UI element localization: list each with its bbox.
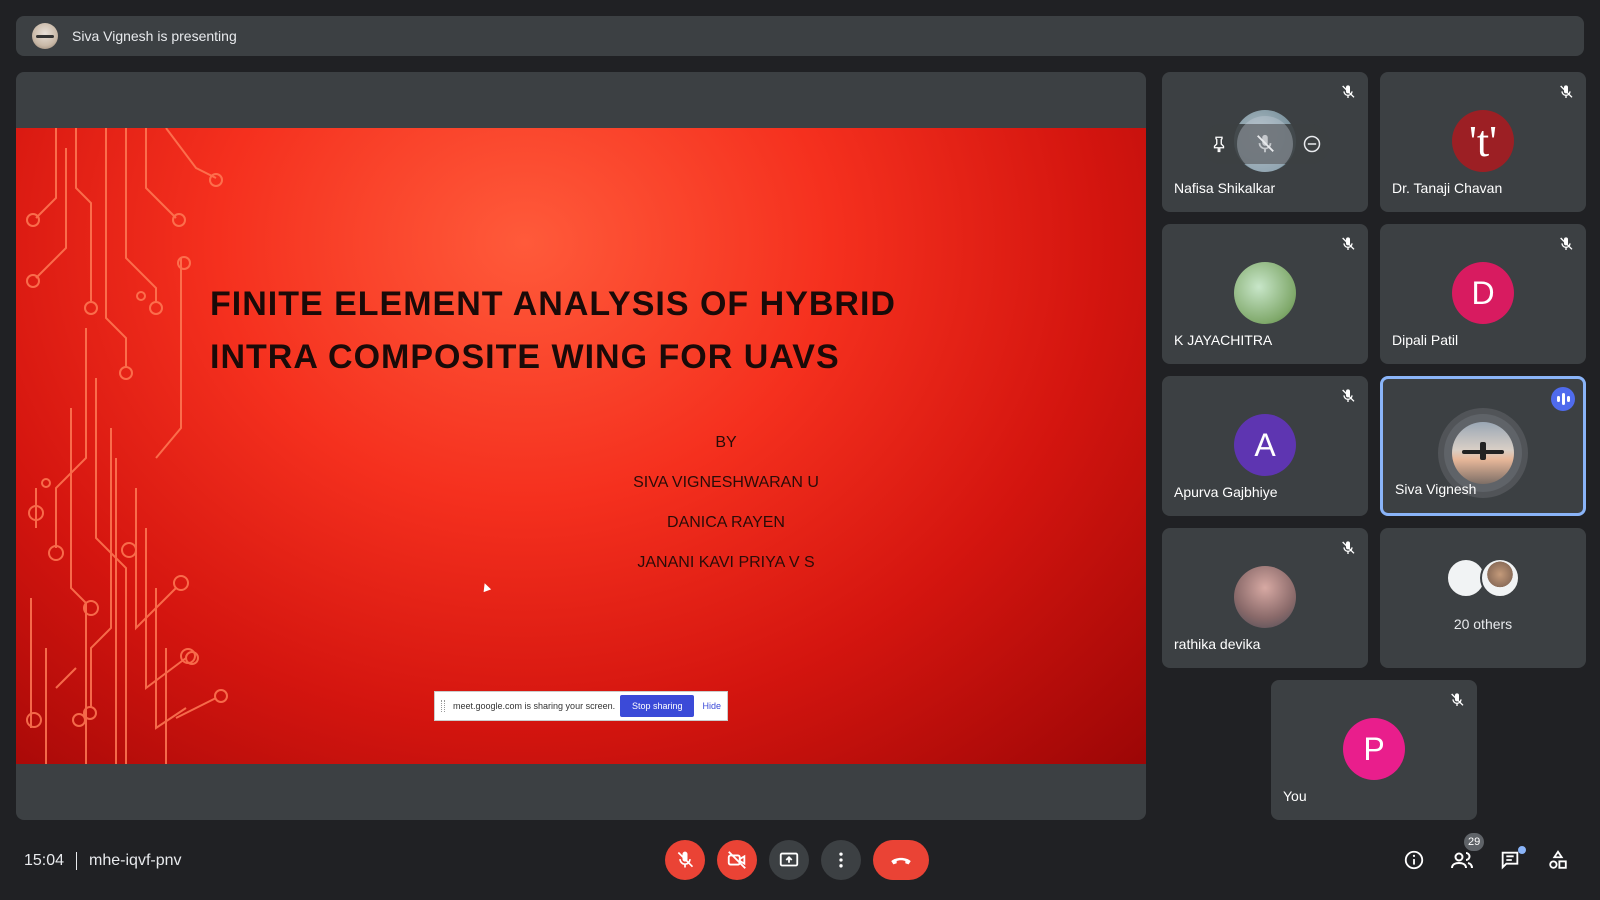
more-vert-icon <box>839 852 843 868</box>
slide-authors: BY SIVA VIGNESHWARAN U DANICA RAYEN JANA… <box>546 423 906 583</box>
participant-avatar: 't' <box>1452 110 1514 172</box>
mic-off-icon <box>1560 85 1573 98</box>
circuit-decoration <box>26 128 228 764</box>
present-icon <box>779 852 799 867</box>
presenting-banner: Siva Vignesh is presenting <box>16 16 1584 56</box>
mic-off-icon <box>1342 541 1355 554</box>
mic-off-icon <box>677 851 694 868</box>
mic-off-icon <box>1342 85 1355 98</box>
mic-off-icon <box>1451 693 1464 706</box>
self-tile[interactable]: P You <box>1271 680 1477 820</box>
bottom-bar: 15:04 mhe-iqvf-pnv 29 <box>0 830 1600 890</box>
leave-call-button[interactable] <box>873 840 929 880</box>
participant-name: Apurva Gajbhiye <box>1174 484 1278 500</box>
participant-tile[interactable]: rathika devika <box>1162 528 1368 668</box>
participant-name: K JAYACHITRA <box>1174 332 1273 348</box>
clock: 15:04 <box>24 852 65 869</box>
speaking-indicator-icon <box>1551 387 1575 411</box>
mouse-cursor-icon <box>480 581 492 593</box>
participant-avatar <box>1234 566 1296 628</box>
screen-share-notification: meet.google.com is sharing your screen. … <box>434 691 728 721</box>
others-tile[interactable]: 20 others <box>1380 528 1586 668</box>
presenting-text: Siva Vignesh is presenting <box>72 28 237 44</box>
slide-by: BY <box>715 434 737 451</box>
participant-tile[interactable]: D Dipali Patil <box>1380 224 1586 364</box>
slide-author: SIVA VIGNESHWARAN U <box>633 474 819 491</box>
shared-slide: FINITE ELEMENT ANALYSIS OF HYBRID INTRA … <box>16 128 1146 764</box>
participant-name: rathika devika <box>1174 636 1261 652</box>
mic-off-icon <box>1257 134 1274 153</box>
participant-avatar <box>1480 558 1520 598</box>
participant-tile[interactable]: Nafisa Shikalkar <box>1162 72 1368 212</box>
participant-count-badge: 29 <box>1464 833 1485 851</box>
participant-tile-speaking[interactable]: Siva Vignesh <box>1380 376 1586 516</box>
participant-tile[interactable]: 't' Dr. Tanaji Chavan <box>1380 72 1586 212</box>
meeting-details-button[interactable] <box>1402 848 1426 872</box>
tile-hover-controls <box>1202 116 1330 172</box>
remove-icon[interactable] <box>1302 134 1322 154</box>
hide-button[interactable]: Hide <box>702 701 721 711</box>
hang-up-icon <box>891 857 911 865</box>
chat-notification-dot <box>1518 846 1526 854</box>
activities-icon <box>1549 850 1567 869</box>
presenter-avatar <box>32 23 58 49</box>
presentation-stage[interactable]: FINITE ELEMENT ANALYSIS OF HYBRID INTRA … <box>16 72 1146 820</box>
slide-author: DANICA RAYEN <box>667 514 785 531</box>
more-options-button[interactable] <box>821 840 861 880</box>
mic-off-icon <box>1342 389 1355 402</box>
participant-name: Siva Vignesh <box>1395 481 1477 497</box>
participant-avatar: A <box>1234 414 1296 476</box>
participant-name: You <box>1283 788 1307 804</box>
participant-avatar: P <box>1343 718 1405 780</box>
participant-avatar <box>1234 262 1296 324</box>
divider <box>76 852 78 870</box>
participant-avatar: D <box>1452 262 1514 324</box>
meeting-info: 15:04 mhe-iqvf-pnv <box>24 852 182 870</box>
chat-icon <box>1501 851 1519 870</box>
others-avatars: 20 others <box>1380 558 1586 632</box>
slide-title-line-1: FINITE ELEMENT ANALYSIS OF HYBRID <box>210 285 896 323</box>
camera-button[interactable] <box>717 840 757 880</box>
slide-title: FINITE ELEMENT ANALYSIS OF HYBRID INTRA … <box>210 278 970 384</box>
participant-tile[interactable]: A Apurva Gajbhiye <box>1162 376 1368 516</box>
activities-button[interactable] <box>1546 848 1570 872</box>
info-icon <box>1404 850 1424 870</box>
meeting-code: mhe-iqvf-pnv <box>89 852 182 869</box>
others-count: 20 others <box>1453 616 1513 632</box>
slide-author: JANANI KAVI PRIYA V S <box>637 554 815 571</box>
camera-off-icon <box>727 851 746 869</box>
participant-name: Dipali Patil <box>1392 332 1459 348</box>
people-button[interactable] <box>1450 848 1474 872</box>
drag-handle-icon[interactable] <box>441 700 445 712</box>
share-notice-text: meet.google.com is sharing your screen. <box>453 701 616 711</box>
present-screen-button[interactable] <box>769 840 809 880</box>
mic-off-icon <box>1560 237 1573 250</box>
participant-name: Nafisa Shikalkar <box>1174 180 1276 196</box>
participant-tile[interactable]: K JAYACHITRA <box>1162 224 1368 364</box>
pin-icon[interactable] <box>1210 135 1228 153</box>
people-icon <box>1451 852 1473 869</box>
mic-off-icon <box>1342 237 1355 250</box>
participant-name: Dr. Tanaji Chavan <box>1392 180 1503 196</box>
microphone-button[interactable] <box>665 840 705 880</box>
mute-participant-button[interactable] <box>1237 116 1293 172</box>
stop-sharing-button[interactable]: Stop sharing <box>619 695 695 717</box>
slide-title-line-2: INTRA COMPOSITE WING FOR UAVS <box>210 338 840 376</box>
